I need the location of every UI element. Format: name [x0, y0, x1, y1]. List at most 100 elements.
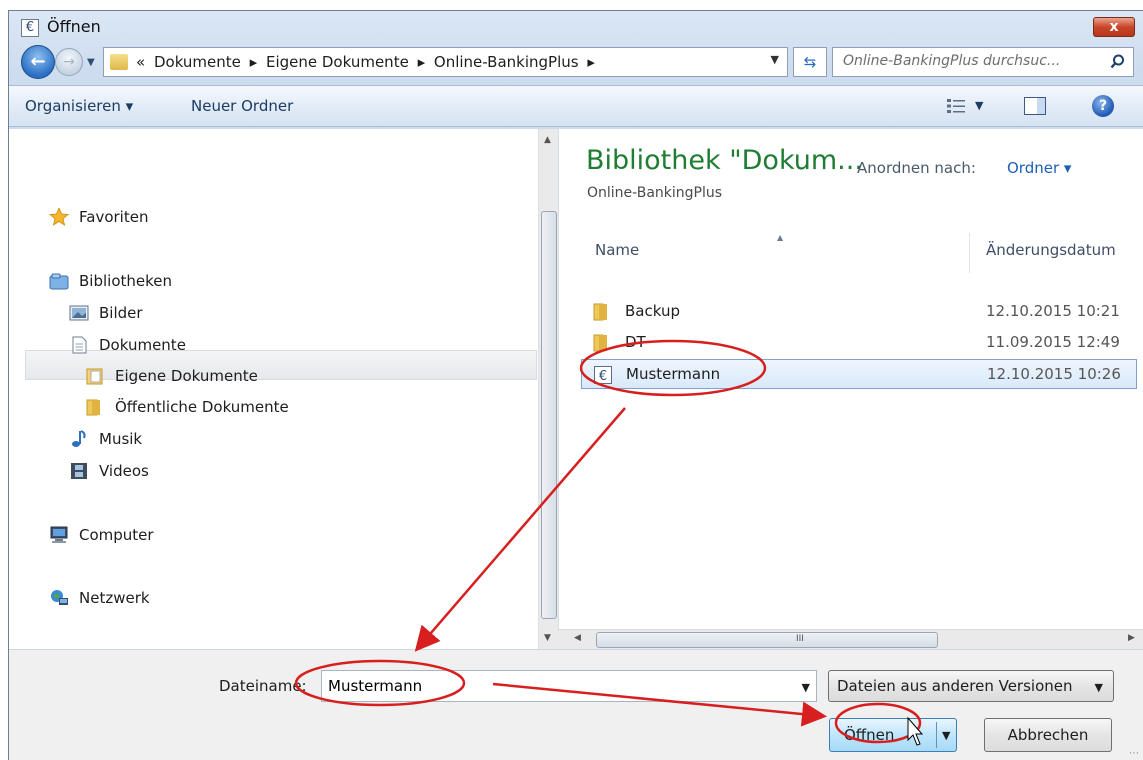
navigation-pane: Favoriten Bibliotheken Bilder Dokumente …: [9, 129, 539, 649]
nav-item-favorites[interactable]: Favoriten: [49, 203, 148, 231]
filename-dropdown-icon[interactable]: ▼: [802, 681, 810, 694]
file-date: 12.10.2015 10:21: [986, 302, 1120, 320]
dialog-footer: Dateiname: ▼ Dateien aus anderen Version…: [9, 649, 1143, 760]
arrange-by-label: Anordnen nach:: [857, 159, 976, 177]
address-bar[interactable]: « Dokumente ▸ Eigene Dokumente ▸ Online-…: [103, 47, 788, 77]
breadcrumb-my-documents[interactable]: Eigene Dokumente: [266, 53, 409, 71]
help-icon[interactable]: ?: [1092, 95, 1114, 117]
navigation-scrollbar[interactable]: ▲ ▼: [538, 129, 558, 649]
nav-item-label: Dokumente: [99, 336, 186, 354]
nav-item-network[interactable]: Netzwerk: [49, 584, 150, 612]
videos-icon: [71, 463, 87, 479]
library-subtitle: Online-BankingPlus: [587, 185, 723, 201]
search-icon[interactable]: [1110, 54, 1125, 69]
search-placeholder: Online-BankingPlus durchsuc...: [843, 53, 1061, 69]
file-row-dt[interactable]: DT 11.09.2015 12:49: [581, 328, 1137, 358]
nav-item-my-documents[interactable]: Eigene Dokumente: [85, 362, 258, 390]
file-type-label: Dateien aus anderen Versionen: [837, 677, 1073, 695]
new-folder-button[interactable]: Neuer Ordner: [191, 97, 293, 115]
file-row-backup[interactable]: Backup 12.10.2015 10:21: [581, 297, 1137, 327]
filename-combobox[interactable]: ▼: [321, 670, 817, 702]
nav-item-videos[interactable]: Videos: [69, 457, 149, 485]
computer-icon: [50, 526, 68, 543]
file-list-hscrollbar[interactable]: ◀ III ▶: [558, 629, 1143, 649]
filename-field[interactable]: [328, 677, 768, 695]
nav-item-label: Computer: [79, 526, 154, 544]
nav-item-computer[interactable]: Computer: [49, 521, 154, 549]
open-options-chevron-icon[interactable]: ▼: [942, 729, 950, 742]
file-list-pane: Bibliothek "Dokum... Online-BankingPlus …: [558, 129, 1143, 629]
recent-pages-chevron-icon[interactable]: ▼: [87, 57, 99, 69]
window-title: Öffnen: [47, 17, 101, 36]
command-bar: Organisieren ▾ Neuer Ordner ▼ ?: [9, 85, 1143, 127]
nav-item-label: Bibliotheken: [79, 272, 172, 290]
nav-item-label: Favoriten: [79, 208, 149, 226]
refresh-button[interactable]: ⇆: [793, 47, 827, 77]
nav-item-label: Öffentliche Dokumente: [115, 398, 289, 416]
scrollbar-grip: III: [796, 634, 804, 644]
documents-icon: [72, 336, 87, 354]
scrollbar-thumb[interactable]: III: [596, 632, 938, 648]
column-header-date[interactable]: Änderungsdatum: [986, 241, 1116, 259]
sort-ascending-icon: ▲: [777, 233, 784, 242]
view-dropdown-icon[interactable]: ▼: [975, 99, 983, 112]
back-button[interactable]: ←: [21, 45, 55, 79]
folder-icon: [86, 399, 100, 416]
file-name: DT: [625, 333, 646, 351]
cancel-button[interactable]: Abbrechen: [984, 718, 1112, 752]
breadcrumb-online-bankingplus[interactable]: Online-BankingPlus: [434, 53, 579, 71]
nav-item-public-documents[interactable]: Öffentliche Dokumente: [85, 393, 289, 421]
arrange-by-dropdown[interactable]: Ordner ▾: [1007, 159, 1071, 177]
address-dropdown-icon[interactable]: ▼: [771, 53, 779, 66]
euro-app-icon: €: [21, 19, 39, 37]
file-name: Mustermann: [626, 365, 721, 383]
file-type-select[interactable]: Dateien aus anderen Versionen ▼: [828, 670, 1114, 702]
chevron-down-icon: ▼: [1094, 681, 1103, 694]
nav-item-documents[interactable]: Dokumente: [69, 331, 186, 359]
view-options-icon[interactable]: [947, 98, 965, 114]
scrollbar-thumb[interactable]: [541, 211, 557, 619]
nav-item-pictures[interactable]: Bilder: [69, 299, 143, 327]
open-button-label: Öffnen: [844, 726, 895, 744]
address-row: ← → ▼ « Dokumente ▸ Eigene Dokumente ▸ O…: [9, 43, 1143, 87]
music-icon: [72, 430, 86, 447]
nav-item-label: Videos: [99, 462, 149, 480]
column-divider[interactable]: [969, 233, 970, 273]
open-dialog: € Öffnen x ← → ▼ « Dokumente ▸ Eigene Do…: [8, 10, 1143, 760]
pictures-icon: [69, 305, 89, 321]
search-input[interactable]: Online-BankingPlus durchsuc...: [832, 47, 1134, 77]
breadcrumb-documents[interactable]: Dokumente: [154, 53, 241, 71]
column-header-name[interactable]: Name: [595, 241, 639, 259]
breadcrumb-separator[interactable]: ▸: [587, 53, 595, 71]
euro-file-icon: €: [594, 366, 612, 384]
file-row-mustermann[interactable]: € Mustermann 12.10.2015 10:26: [581, 359, 1137, 389]
breadcrumb-separator[interactable]: ▸: [250, 53, 258, 71]
organize-menu-button[interactable]: Organisieren ▾: [25, 97, 133, 115]
filename-label: Dateiname:: [219, 677, 307, 695]
breadcrumb-separator[interactable]: ▸: [418, 53, 426, 71]
close-button[interactable]: x: [1093, 17, 1135, 37]
split-divider: [936, 722, 937, 748]
star-icon: [49, 208, 69, 226]
folder-icon: [593, 334, 607, 352]
open-button[interactable]: Öffnen ▼: [829, 718, 957, 752]
preview-pane-icon[interactable]: [1024, 97, 1046, 115]
folder-icon: [593, 303, 607, 321]
nav-item-libraries[interactable]: Bibliotheken: [49, 267, 172, 295]
nav-item-music[interactable]: Musik: [69, 425, 142, 453]
svg-text:€: €: [599, 369, 607, 384]
file-name: Backup: [625, 302, 680, 320]
library-title: Bibliothek "Dokum...: [586, 145, 863, 176]
breadcrumb-overflow[interactable]: «: [136, 53, 145, 71]
scroll-down-icon[interactable]: ▼: [544, 633, 551, 643]
resize-grip-icon[interactable]: ⋯: [1129, 748, 1139, 759]
breadcrumb: « Dokumente ▸ Eigene Dokumente ▸ Online-…: [136, 53, 599, 71]
nav-item-label: Netzwerk: [79, 589, 150, 607]
scroll-right-icon[interactable]: ▶: [1128, 633, 1135, 643]
scroll-up-icon[interactable]: ▲: [544, 135, 551, 145]
file-date: 12.10.2015 10:26: [987, 365, 1121, 383]
folder-document-icon: [86, 368, 103, 385]
forward-button[interactable]: →: [55, 48, 83, 76]
nav-item-label: Eigene Dokumente: [115, 367, 258, 385]
scroll-left-icon[interactable]: ◀: [574, 633, 581, 643]
